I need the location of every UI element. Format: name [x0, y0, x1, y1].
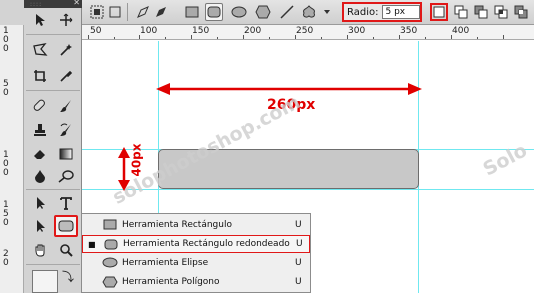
dodge-tool-icon[interactable] — [56, 166, 76, 186]
hruler-label: 200 — [244, 26, 262, 36]
menu-item-polygon-tool[interactable]: Herramienta Polígono U — [82, 273, 310, 291]
polygon-shape-icon[interactable] — [254, 3, 272, 21]
hruler-label: 100 — [140, 26, 158, 36]
rounded-rectangle-icon — [103, 238, 119, 251]
blur-tool-icon[interactable] — [30, 166, 50, 186]
menu-item-label: Herramienta Rectángulo — [122, 220, 232, 230]
eyedropper-icon[interactable] — [56, 66, 76, 86]
shape-layers-icon[interactable] — [88, 3, 106, 21]
direct-selection-icon[interactable] — [30, 216, 50, 236]
hruler-label: 400 — [452, 26, 470, 36]
ellipse-shape-icon[interactable] — [230, 3, 248, 21]
hruler-label: 350 — [400, 26, 418, 36]
hruler-label: 300 — [348, 26, 366, 36]
hruler-label: 50 — [90, 26, 102, 36]
vruler-label: 0 — [3, 88, 9, 98]
watermark-text-right: Solo — [479, 139, 531, 181]
menu-item-shortcut: U — [295, 220, 302, 230]
hand-tool-icon[interactable] — [30, 240, 50, 260]
menu-item-shortcut: U — [296, 239, 303, 249]
foreground-color-swatch[interactable] — [32, 270, 58, 293]
paths-icon[interactable] — [106, 3, 124, 21]
new-layer-mode-icon[interactable] — [430, 3, 448, 21]
close-icon[interactable]: ✕ — [73, 0, 80, 7]
chevron-down-icon[interactable] — [318, 3, 336, 21]
radius-field-group: Radio: 5 px — [342, 2, 422, 22]
horizontal-ruler: 50 100 150 200 250 300 350 400 — [82, 25, 534, 40]
hruler-label: 250 — [296, 26, 314, 36]
vruler-label: 0 — [3, 168, 9, 178]
subtract-shape-icon[interactable] — [472, 3, 490, 21]
menu-item-label: Herramienta Polígono — [122, 277, 220, 287]
vruler-label: 0 — [3, 258, 9, 268]
line-shape-icon[interactable] — [278, 3, 296, 21]
freeform-pen-icon[interactable] — [152, 3, 170, 21]
toolbox-panel: :::: ✕ 1 0 0 5 0 1 0 0 1 5 0 2 0 ⤵ — [0, 0, 82, 293]
eraser-icon[interactable] — [30, 144, 50, 164]
shape-tools-flyout-menu: Herramienta Rectángulo U ■ Herramienta R… — [81, 213, 311, 293]
toolbox-header[interactable]: :::: ✕ — [24, 0, 82, 8]
gradient-tool-icon[interactable] — [56, 144, 76, 164]
add-to-shape-icon[interactable] — [452, 3, 470, 21]
zoom-tool-icon[interactable] — [56, 240, 76, 260]
history-brush-icon[interactable] — [56, 120, 76, 140]
hruler-label: 150 — [192, 26, 210, 36]
menu-item-label: Herramienta Rectángulo redondeado — [123, 239, 290, 249]
radius-label: Radio: — [347, 6, 379, 18]
path-selection-icon[interactable] — [30, 193, 50, 213]
rounded-rectangle-tool-icon[interactable] — [54, 215, 78, 237]
crop-tool-icon[interactable] — [30, 66, 50, 86]
lasso-tool-icon[interactable] — [30, 40, 50, 60]
rectangle-icon — [102, 218, 118, 231]
pen-icon[interactable] — [134, 3, 152, 21]
magic-wand-icon[interactable] — [56, 40, 76, 60]
intersect-shape-icon[interactable] — [492, 3, 510, 21]
selected-bullet-icon: ■ — [88, 239, 96, 249]
brush-tool-icon[interactable] — [56, 96, 76, 116]
custom-shape-icon[interactable] — [300, 3, 318, 21]
exclude-shape-icon[interactable] — [512, 3, 530, 21]
ellipse-icon — [102, 256, 118, 269]
menu-item-shortcut: U — [295, 258, 302, 268]
menu-item-rounded-rectangle-tool[interactable]: ■ Herramienta Rectángulo redondeado U — [82, 235, 310, 253]
move-tool-icon[interactable] — [30, 10, 50, 30]
menu-item-shortcut: U — [295, 277, 302, 287]
grip-icon: :::: — [30, 1, 43, 8]
rectangle-shape-icon[interactable] — [183, 3, 201, 21]
menu-item-label: Herramienta Elipse — [122, 258, 209, 268]
polygon-icon — [102, 275, 118, 288]
radius-input[interactable]: 5 px — [382, 5, 420, 19]
healing-brush-icon[interactable] — [30, 96, 50, 116]
clone-stamp-icon[interactable] — [30, 120, 50, 140]
swap-colors-icon[interactable]: ⤵ — [62, 268, 74, 285]
menu-item-ellipse-tool[interactable]: Herramienta Elipse U — [82, 254, 310, 272]
marquee-move-icon[interactable] — [56, 10, 76, 30]
vertical-ruler: 1 0 0 5 0 1 0 0 1 5 0 2 0 — [0, 25, 24, 293]
vruler-label: 0 — [3, 44, 9, 54]
type-tool-icon[interactable] — [56, 193, 76, 213]
vruler-label: 0 — [3, 218, 9, 228]
menu-item-rectangle-tool[interactable]: Herramienta Rectángulo U — [82, 216, 310, 234]
rounded-rectangle-shape-icon[interactable] — [205, 3, 223, 21]
